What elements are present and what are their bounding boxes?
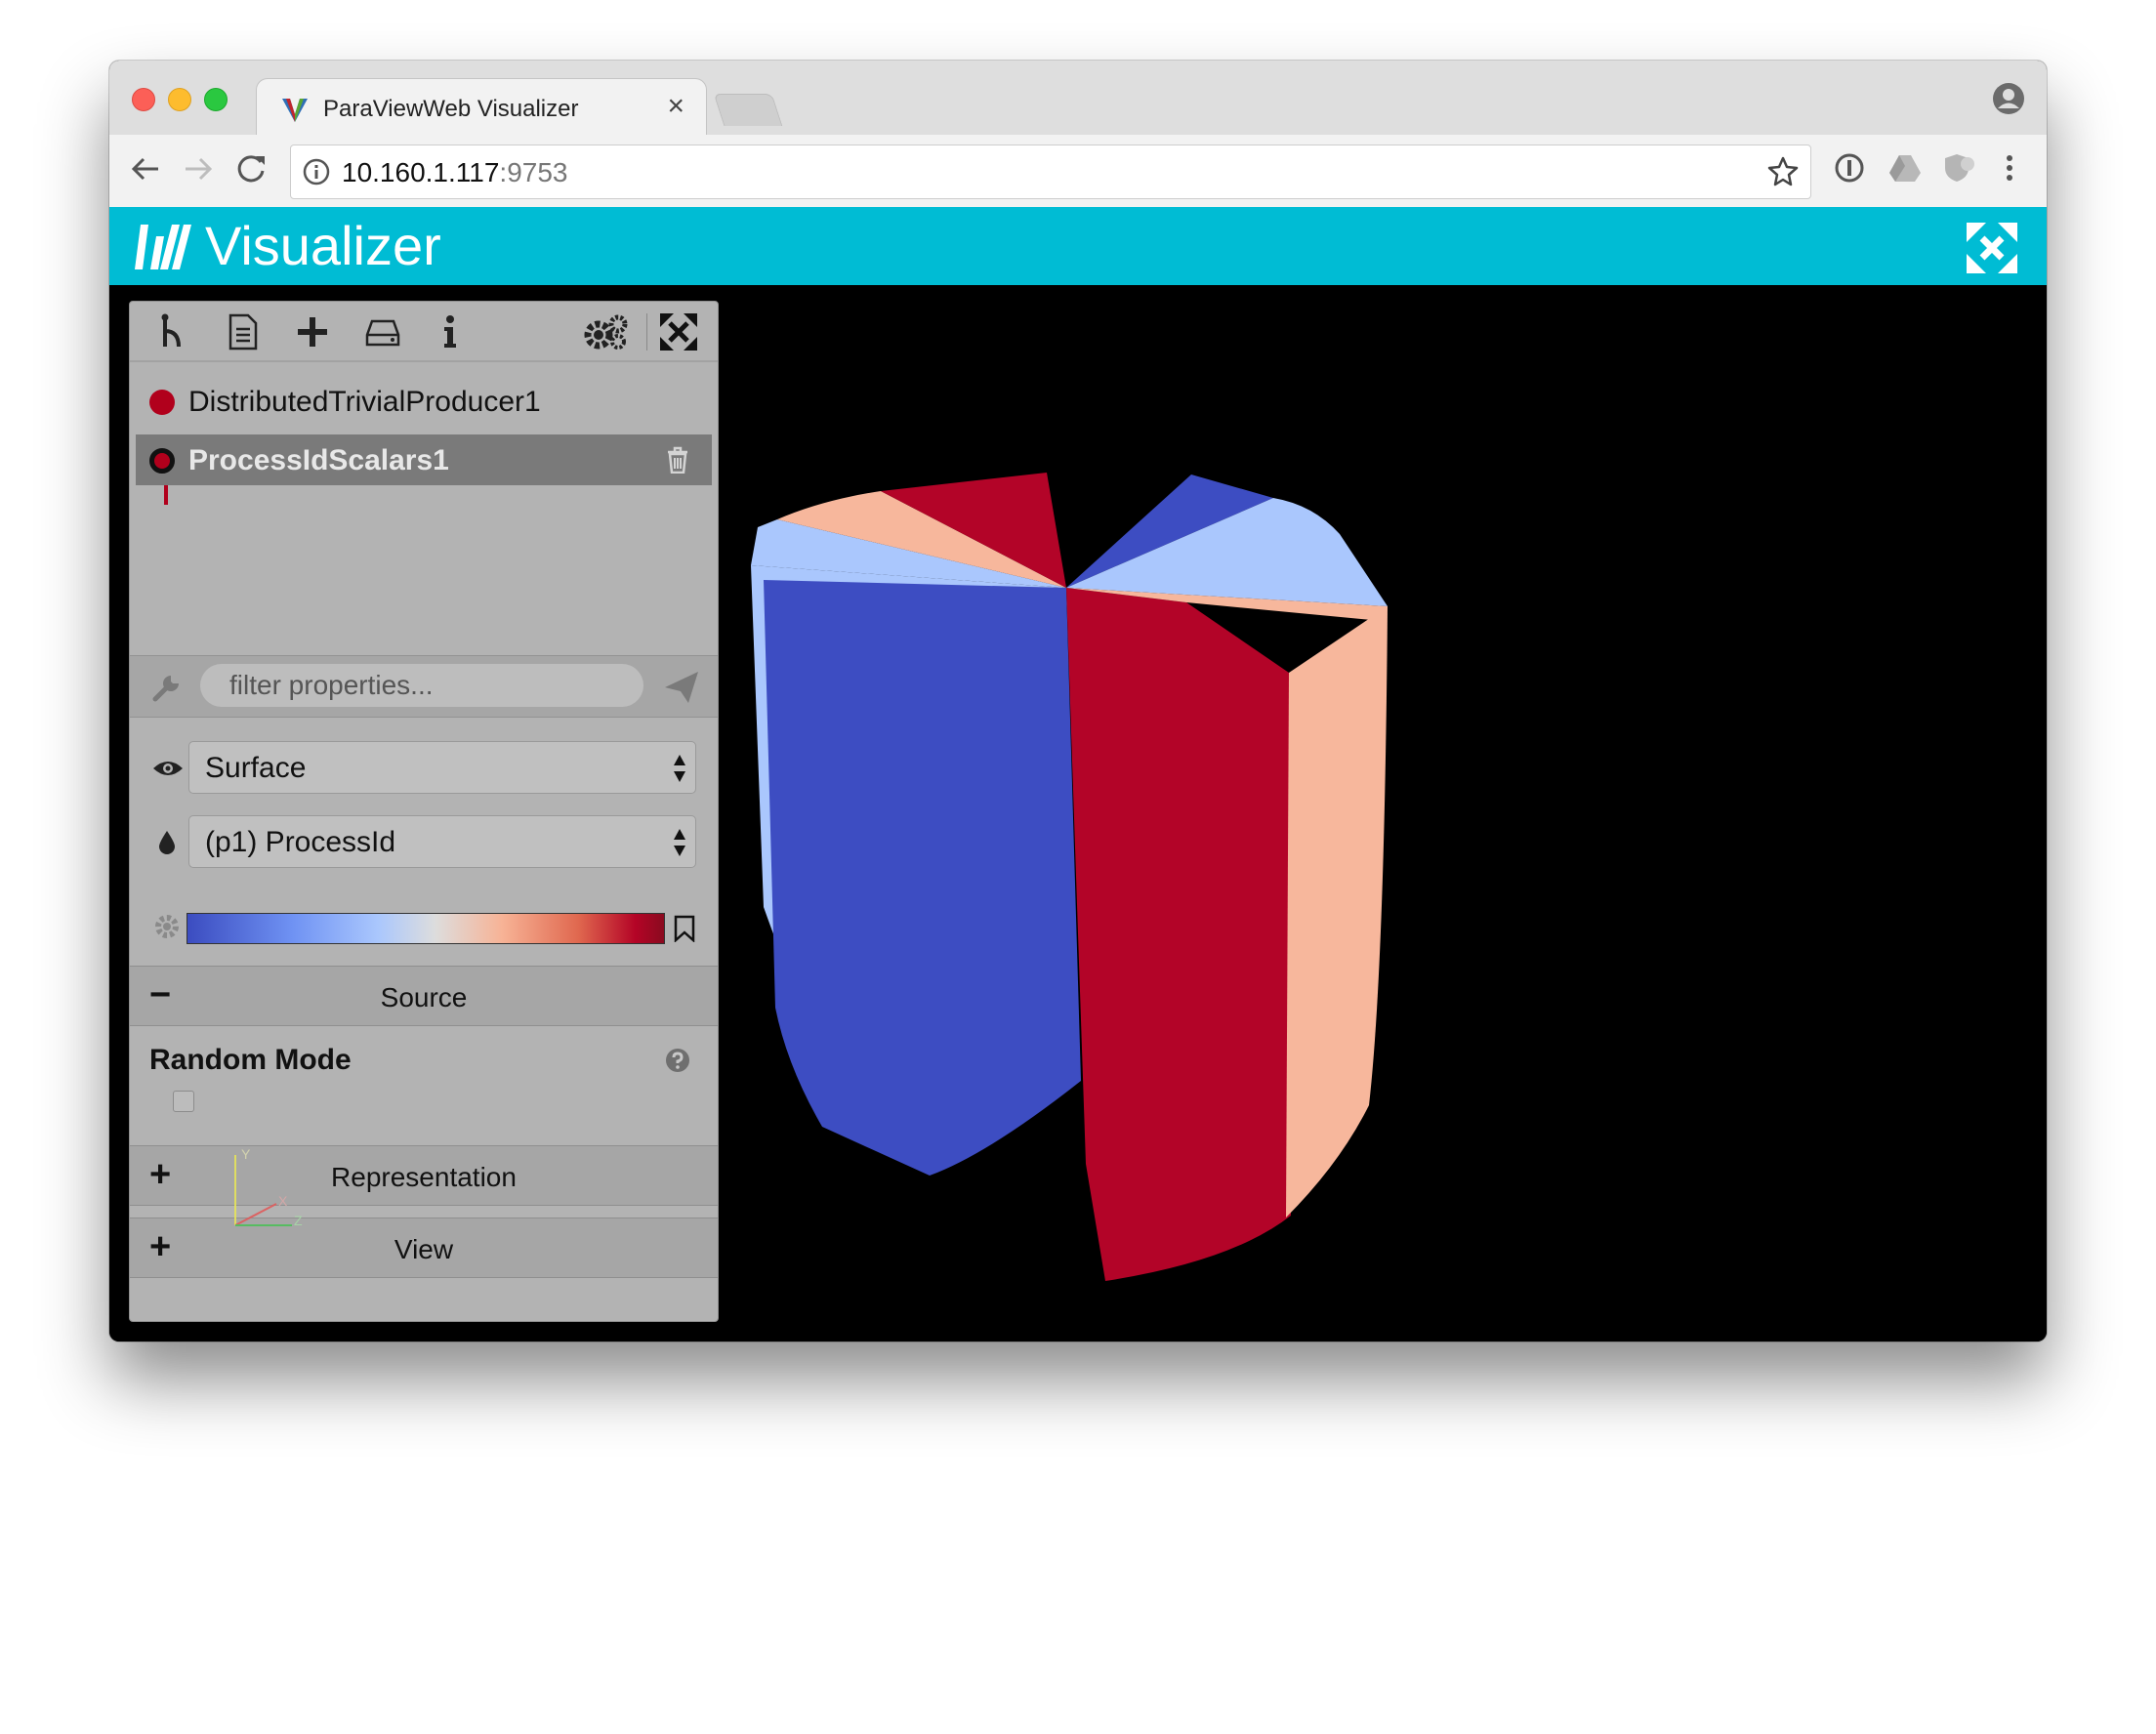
colormap-colorbar[interactable] [187,913,665,944]
axis-z-label: Z [294,1213,303,1228]
random-mode-label: Random Mode [149,1044,352,1076]
bookmark-star-icon[interactable] [1767,155,1799,191]
app-title: Visualizer [205,215,441,276]
trash-icon[interactable] [667,446,688,478]
representation-select[interactable]: Surface [188,741,696,794]
info-icon[interactable] [440,313,460,355]
site-info-icon[interactable] [303,158,330,190]
cylinder-red-face [1066,588,1291,1281]
extension-onepassword-icon[interactable] [1834,152,1865,188]
extension-shield-icon[interactable] [1941,152,1976,188]
color-by-row: (p1) ProcessId [130,813,718,872]
profile-icon[interactable] [1992,82,2025,120]
minimize-window-button[interactable] [168,88,191,111]
new-tab-button[interactable] [713,94,783,126]
representation-section-header[interactable]: + Representation [130,1145,718,1206]
colormap-row [130,911,718,950]
filter-properties-input[interactable]: filter properties... [200,664,643,707]
settings-gears-icon[interactable] [583,313,630,357]
color-by-select[interactable]: (p1) ProcessId [188,815,696,868]
pipeline-browser: DistributedTrivialProducer1 ProcessIdSca… [130,362,718,655]
add-filter-icon[interactable] [296,313,329,355]
source-section-header[interactable]: − Source [130,966,718,1026]
filter-bar: filter properties... [130,655,718,718]
pipeline-node-dot[interactable] [149,448,175,474]
close-window-button[interactable] [132,88,155,111]
section-label: Representation [331,1162,517,1192]
pipeline-item-label: DistributedTrivialProducer1 [188,386,541,418]
axis-x-label: X [278,1193,288,1209]
orientation-axes: Y X Z [234,1146,303,1228]
forward-arrow-icon[interactable] [182,152,215,190]
color-by-value: (p1) ProcessId [205,826,396,858]
pipeline-item-producer[interactable]: DistributedTrivialProducer1 [136,376,712,427]
apply-send-icon[interactable] [665,672,698,708]
toolbar-divider [646,313,647,351]
back-arrow-icon[interactable] [129,152,162,190]
axis-y-label: Y [241,1146,251,1162]
tab-close-icon[interactable]: × [667,92,684,121]
view-section-header[interactable]: + View [130,1218,718,1278]
select-arrows-icon [672,826,687,864]
representation-value: Surface [205,752,307,784]
render-viewport[interactable]: DistributedTrivialProducer1 ProcessIdSca… [109,285,2047,1342]
section-label: View [394,1234,454,1264]
reload-icon[interactable] [234,152,268,190]
cylinder-peach-face [1286,606,1388,1218]
app-header: Visualizer [109,207,2047,285]
eye-icon[interactable] [151,755,185,787]
extension-drive-icon[interactable] [1888,152,1922,188]
browser-titlebar: ParaViewWeb Visualizer × [109,61,2047,136]
random-mode-checkbox[interactable] [173,1091,194,1112]
select-arrows-icon [672,752,687,790]
zoom-window-button[interactable] [204,88,228,111]
fullscreen-icon[interactable] [1967,223,2017,278]
tab-title: ParaViewWeb Visualizer [323,96,579,122]
wrench-icon[interactable] [151,672,183,708]
representation-row: Surface [130,739,718,798]
browser-tab[interactable]: ParaViewWeb Visualizer × [256,78,707,136]
paraview-favicon-icon [282,99,308,127]
section-label: Source [380,982,468,1012]
save-data-icon[interactable] [364,313,401,355]
cylinder-dark-blue-face [764,580,1081,1176]
pipeline-node-dot[interactable] [149,390,175,415]
pipeline-item-label: ProcessIdScalars1 [188,444,449,476]
pipeline-browser-icon[interactable] [157,313,187,355]
browser-window: ParaViewWeb Visualizer × 10.160.1.117:97… [109,61,2047,1342]
url-text: 10.160.1.117:9753 [342,157,568,187]
browser-toolbar: 10.160.1.117:9753 [109,135,2047,208]
expand-panel-icon[interactable] [660,313,697,355]
address-bar[interactable]: 10.160.1.117:9753 [290,144,1811,199]
droplet-icon [157,829,177,861]
help-icon[interactable] [665,1048,690,1078]
pipeline-item-processid[interactable]: ProcessIdScalars1 [136,434,712,485]
paraview-logo-icon [135,225,191,274]
bookmark-icon[interactable] [673,915,696,947]
colormap-gear-icon[interactable] [153,913,181,945]
panel-toolbar [130,302,718,362]
control-panel: DistributedTrivialProducer1 ProcessIdSca… [129,301,719,1322]
chrome-menu-icon[interactable] [2004,152,2015,188]
files-icon[interactable] [228,313,259,355]
